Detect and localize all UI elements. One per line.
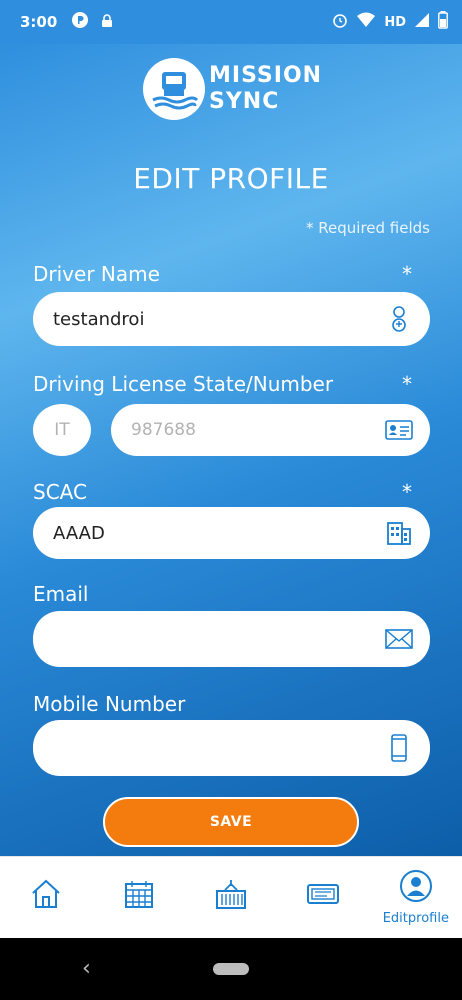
driver-name-required: *: [402, 262, 412, 286]
email-field[interactable]: [33, 611, 430, 667]
license-number-value[interactable]: 987688: [111, 420, 384, 440]
ticket-icon: [306, 882, 340, 910]
battery-icon: [438, 11, 448, 33]
email-label: Email: [33, 582, 89, 606]
status-bar: 3:00 HD: [0, 0, 462, 44]
network-label: HD: [384, 14, 406, 30]
edit-profile-screen: MISSION SYNC EDIT PROFILE * Required fie…: [0, 44, 462, 856]
alarm-icon: [332, 12, 348, 32]
nav-ticket[interactable]: [277, 857, 369, 938]
license-required: *: [402, 372, 412, 396]
profile-icon: [399, 869, 433, 907]
mobile-field[interactable]: [33, 720, 430, 776]
mobile-label: Mobile Number: [33, 692, 186, 716]
mission-sync-logo: MISSION SYNC: [143, 58, 322, 120]
wifi-icon: [356, 12, 376, 32]
signal-icon: [414, 12, 430, 32]
nav-editprofile-label: Editprofile: [382, 911, 449, 926]
back-icon[interactable]: ‹: [82, 956, 91, 981]
scac-field[interactable]: AAAD: [33, 507, 430, 559]
nav-container[interactable]: [185, 857, 277, 938]
license-state-field[interactable]: IT: [33, 404, 91, 456]
driver-name-label: Driver Name: [33, 262, 160, 286]
driver-name-value[interactable]: testandroi: [33, 309, 384, 330]
page-title: EDIT PROFILE: [133, 162, 329, 195]
id-card-icon: [384, 415, 414, 445]
person-icon: [384, 304, 414, 334]
status-time: 3:00: [20, 13, 58, 31]
required-note: * Required fields: [306, 219, 430, 237]
building-icon: [384, 518, 414, 548]
nav-home[interactable]: [0, 857, 92, 938]
container-icon: [215, 878, 247, 914]
truck-logo-icon: [143, 58, 205, 120]
license-number-field[interactable]: 987688: [111, 404, 430, 456]
logo-line1: MISSION: [209, 63, 323, 88]
system-nav-bar: ‹: [0, 938, 462, 1000]
scac-required: *: [402, 480, 412, 504]
scac-label: SCAC: [33, 480, 87, 504]
bottom-nav: Editprofile: [0, 856, 462, 938]
calendar-icon: [124, 879, 154, 913]
lock-icon: [101, 13, 113, 32]
home-pill-icon[interactable]: [213, 963, 249, 975]
driver-name-field[interactable]: testandroi: [33, 292, 430, 346]
phone-icon: [384, 733, 414, 763]
nav-editprofile[interactable]: Editprofile: [370, 857, 462, 938]
save-button[interactable]: SAVE: [103, 797, 359, 847]
home-icon: [30, 879, 62, 913]
notification-p-icon: [71, 11, 89, 33]
nav-calendar[interactable]: [92, 857, 184, 938]
license-label: Driving License State/Number: [33, 372, 334, 396]
logo-line2: SYNC: [209, 89, 280, 114]
scac-value[interactable]: AAAD: [33, 523, 384, 544]
envelope-icon: [384, 624, 414, 654]
